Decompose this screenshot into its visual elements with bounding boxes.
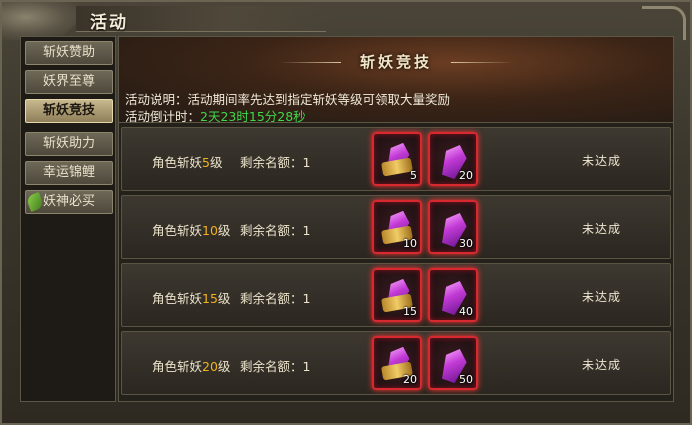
item-count: 40 [459,305,473,318]
level-prefix: 角色斩妖 [152,155,203,170]
reward-item-gem-bundle[interactable]: 15 [372,268,422,322]
level-number: 15 [202,291,218,306]
level-prefix: 角色斩妖 [152,223,203,238]
level-requirement: 角色斩妖10级 [152,220,230,239]
item-count: 20 [403,373,417,386]
item-count: 5 [410,169,417,182]
status-label: 未达成 [582,154,622,168]
sidebar-item-yaojie-zhizun[interactable]: 妖界至尊 [25,70,113,94]
dragon-ornament [2,2,82,40]
activity-header: 斩妖竞技 活动说明：活动期间率先达到指定斩妖等级可领取大量奖励 活动倒计时：2天… [119,37,673,125]
reward-row: 角色斩妖5级 剩余名额：1 5 20 未达成 [121,127,671,191]
activity-window: 活动 斩妖赞助 妖界至尊 斩妖竞技 斩妖助力 幸运锦鲤 妖神必买 斩妖竞技 活动… [0,0,692,425]
sidebar-item-xingyun-jinli[interactable]: 幸运锦鲤 [25,161,113,185]
remaining-quota: 剩余名额：1 [240,155,311,170]
level-requirement: 角色斩妖5级 [152,152,222,171]
reward-item-gem[interactable]: 20 [428,132,478,186]
item-count: 50 [459,373,473,386]
reward-row: 角色斩妖10级 剩余名额：1 10 30 未达成 [121,195,671,259]
main-panel: 斩妖竞技 活动说明：活动期间率先达到指定斩妖等级可领取大量奖励 活动倒计时：2天… [118,36,674,402]
level-number: 10 [202,223,218,238]
level-number: 5 [202,155,210,170]
page-title: 斩妖竞技 [359,53,432,71]
level-requirement: 角色斩妖15级 [152,288,230,307]
item-count: 20 [459,169,473,182]
corner-ornament [642,6,686,40]
level-suffix: 级 [217,359,231,374]
sidebar-item-yaoshen-bimai[interactable]: 妖神必买 [25,190,113,214]
level-prefix: 角色斩妖 [152,291,203,306]
reward-item-gem-bundle[interactable]: 10 [372,200,422,254]
countdown-value: 2天23时15分28秒 [200,109,306,124]
remaining-quota: 剩余名额：1 [240,359,311,374]
reward-item-gem[interactable]: 50 [428,336,478,390]
sidebar-item-zhanyao-jingji[interactable]: 斩妖竞技 [25,99,113,123]
reward-row: 角色斩妖20级 剩余名额：1 20 50 未达成 [121,331,671,395]
reward-row: 角色斩妖15级 剩余名额：1 15 40 未达成 [121,263,671,327]
sidebar-item-zhanyao-zanzhu[interactable]: 斩妖赞助 [25,41,113,65]
level-prefix: 角色斩妖 [152,359,203,374]
reward-item-gem[interactable]: 40 [428,268,478,322]
remaining-quota: 剩余名额：1 [240,291,311,306]
countdown-label: 活动倒计时： [125,109,201,124]
sidebar-item-label: 斩妖助力 [42,136,95,151]
item-count: 30 [459,237,473,250]
sidebar-item-label: 斩妖竞技 [42,103,95,118]
leaf-icon [25,192,45,212]
item-count: 15 [403,305,417,318]
status-label: 未达成 [582,290,622,304]
sidebar-item-zhanyao-zhuli[interactable]: 斩妖助力 [25,132,113,156]
countdown: 活动倒计时：2天23时15分28秒 [125,106,306,125]
sidebar-item-label: 妖界至尊 [42,74,95,89]
reward-item-gem-bundle[interactable]: 5 [372,132,422,186]
level-suffix: 级 [217,291,231,306]
reward-item-gem-bundle[interactable]: 20 [372,336,422,390]
sidebar-item-label: 幸运锦鲤 [42,165,95,180]
remaining-quota: 剩余名额：1 [240,223,311,238]
sidebar: 斩妖赞助 妖界至尊 斩妖竞技 斩妖助力 幸运锦鲤 妖神必买 [20,36,116,402]
level-requirement: 角色斩妖20级 [152,356,230,375]
level-suffix: 级 [217,223,231,238]
sidebar-item-label: 妖神必买 [42,194,95,209]
item-count: 10 [403,237,417,250]
reward-item-gem[interactable]: 30 [428,200,478,254]
gold-ingot-icon [381,157,413,177]
status-label: 未达成 [582,358,622,372]
window-title: 活动 [90,13,128,33]
level-suffix: 级 [209,155,223,170]
sidebar-item-label: 斩妖赞助 [42,45,95,60]
status-label: 未达成 [582,222,622,236]
level-number: 20 [202,359,218,374]
